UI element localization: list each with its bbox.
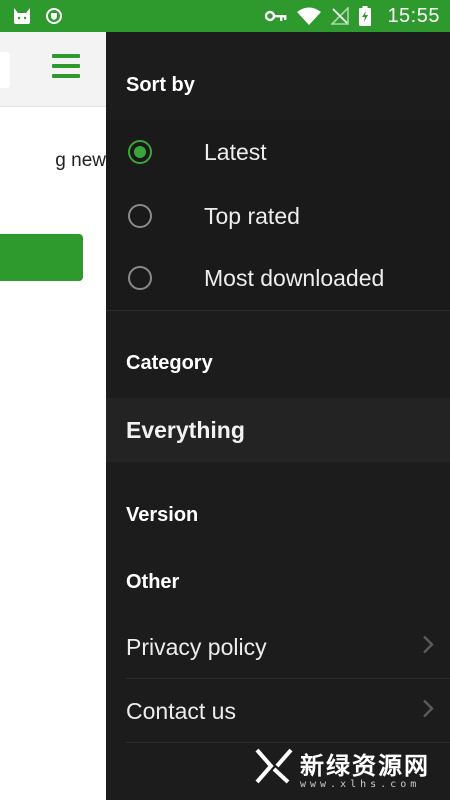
key-icon <box>265 9 287 23</box>
sort-option-most-downloaded[interactable]: Most downloaded <box>106 246 450 310</box>
watermark-logo-icon <box>254 746 294 791</box>
no-signal-icon <box>331 7 350 25</box>
battery-charging-icon <box>359 6 372 26</box>
watermark-title: 新绿资源网 <box>300 752 430 780</box>
privacy-policy-link[interactable]: Privacy policy <box>106 616 450 678</box>
category-header: Category <box>126 352 213 374</box>
search-field-stub <box>0 52 10 88</box>
version-header: Version <box>126 504 199 526</box>
watermark: 新绿资源网 www.xlhs.com <box>254 742 440 794</box>
sort-option-latest[interactable]: Latest <box>106 120 450 184</box>
filter-drawer: Sort by Latest Top rated Most downloaded… <box>106 32 450 800</box>
link-label: Contact us <box>126 697 236 724</box>
category-selector[interactable]: Everything <box>106 398 450 462</box>
chevron-right-icon <box>422 634 434 661</box>
sort-by-header: Sort by <box>126 74 195 96</box>
radio-unselected-icon[interactable] <box>128 266 152 290</box>
link-label: Privacy policy <box>126 633 267 660</box>
sort-option-label: Top rated <box>204 202 300 229</box>
watermark-subtitle: www.xlhs.com <box>300 779 421 790</box>
other-header: Other <box>126 571 180 593</box>
background-toolbar <box>0 32 106 107</box>
cat-icon <box>12 7 32 25</box>
divider <box>106 310 450 311</box>
wifi-icon <box>297 7 322 25</box>
chevron-right-icon <box>422 698 434 725</box>
radio-selected-icon[interactable] <box>128 140 152 164</box>
status-bar: 15:55 <box>0 0 450 32</box>
hamburger-menu-icon[interactable] <box>52 54 80 82</box>
sort-option-top-rated[interactable]: Top rated <box>106 184 450 248</box>
contact-us-link[interactable]: Contact us <box>106 680 450 742</box>
background-app: g new <box>0 32 106 800</box>
sort-option-label: Most downloaded <box>204 264 385 291</box>
divider <box>126 678 450 679</box>
radio-unselected-icon[interactable] <box>128 204 152 228</box>
sort-option-label: Latest <box>204 138 267 165</box>
status-time: 15:55 <box>387 4 440 27</box>
sort-options-group: Latest Top rated Most downloaded <box>106 120 450 310</box>
shield-icon <box>46 7 62 25</box>
background-text: g new <box>55 150 106 171</box>
background-green-button <box>0 234 83 281</box>
